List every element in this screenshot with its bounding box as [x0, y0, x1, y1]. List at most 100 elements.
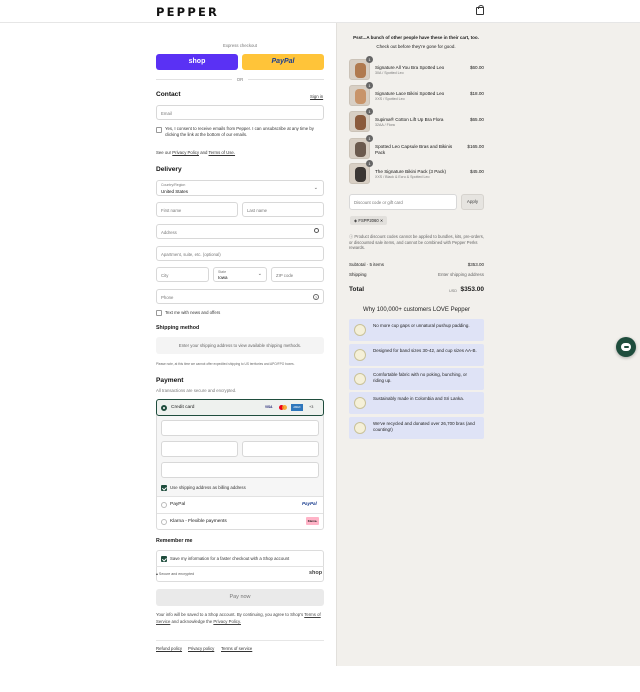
product-shape	[355, 167, 366, 182]
paypal-radio[interactable]	[161, 502, 167, 508]
chevron-down-icon: ⌄	[257, 271, 262, 277]
chevron-down-icon: ⌄	[313, 185, 318, 191]
why-text: Sustainably made in Colombia and Sri Lan…	[373, 396, 465, 401]
total-value: $353.00	[460, 286, 485, 293]
credit-card-option[interactable]: Credit card VISA AMEX +3	[156, 399, 324, 416]
refund-policy-link[interactable]: Refund policy	[156, 646, 182, 651]
shop-privacy-link[interactable]: Privacy Policy.	[213, 619, 241, 624]
last-name-field[interactable]: Last name	[242, 202, 324, 217]
zip-field[interactable]: ZIP code	[271, 267, 324, 282]
privacy-policy-footer-link[interactable]: Privacy policy	[188, 646, 214, 651]
contact-heading: Contact	[156, 91, 181, 98]
remember-me-heading: Remember me	[156, 538, 193, 544]
card-number-field[interactable]	[161, 420, 319, 436]
product-name: Signature Lace Bikini Spotted Leo	[375, 91, 445, 96]
payment-subtitle: All transactions are secure and encrypte…	[156, 388, 237, 393]
paypal-button[interactable]: PayPal	[242, 54, 324, 70]
why-card: Comfortable fabric with no poking, bunch…	[349, 368, 484, 390]
express-checkout-label: Express checkout	[223, 43, 257, 48]
why-card: No more cup gaps or unnatural pushup pad…	[349, 319, 484, 341]
quantity-badge: 1	[366, 135, 373, 142]
discount-code-field[interactable]: Discount code or gift card	[349, 194, 457, 210]
delivery-heading: Delivery	[156, 166, 182, 173]
shopping-bag-icon[interactable]	[476, 5, 484, 15]
pay-now-button[interactable]: Pay now	[156, 589, 324, 606]
mastercard-icon	[278, 404, 288, 411]
shipping-value: Enter shipping address	[437, 272, 484, 277]
tag-icon: ◈	[354, 218, 358, 223]
why-card: We've recycled and donated over 26,700 b…	[349, 417, 484, 439]
quantity-badge: 1	[366, 108, 373, 115]
product-price: $18.00	[469, 91, 484, 96]
feature-icon	[354, 373, 366, 385]
product-variant: XXS / Spotted Leo	[375, 97, 405, 101]
more-cards-badge: +3	[309, 405, 314, 409]
policy-line: See our Privacy Policy and Terms of Use.	[156, 150, 236, 155]
product-shape	[355, 142, 366, 157]
top-bar: PEPPER	[0, 0, 640, 23]
product-name: Signature All You Bra Spotted Leo	[375, 65, 445, 70]
product-price: $60.00	[469, 65, 484, 70]
apartment-field[interactable]: Apartment, suite, etc. (optional)	[156, 246, 324, 261]
apply-discount-button[interactable]: Apply	[461, 194, 484, 210]
why-heading: Why 100,000+ customers LOVE Pepper	[363, 307, 470, 313]
card-name-field[interactable]	[161, 462, 319, 478]
total-label: Total	[349, 286, 365, 293]
lock-icon: 🔒︎	[156, 572, 158, 576]
shipping-method-placeholder: Enter your shipping address to view avai…	[156, 337, 324, 354]
text-me-checkbox[interactable]	[156, 310, 162, 316]
applied-code-chip: ◈ FSPP2060 ✕	[350, 216, 388, 225]
quantity-badge: 1	[366, 56, 373, 63]
billing-same-label: Use shipping address as billing address	[170, 485, 246, 490]
email-consent-checkbox[interactable]	[156, 127, 162, 133]
radio-selected[interactable]	[161, 404, 167, 411]
search-icon	[314, 228, 319, 233]
paypal-option-label[interactable]: PayPal	[170, 502, 185, 507]
paypal-logo: PayPal	[302, 501, 317, 506]
product-shape	[355, 63, 366, 78]
product-price: $45.00	[469, 169, 484, 174]
first-name-field[interactable]: First name	[156, 202, 238, 217]
product-name: Supima® Cotton Lift Up Bra Flora	[375, 117, 444, 122]
klarna-radio[interactable]	[161, 519, 167, 525]
info-icon: ⓘ	[349, 234, 354, 239]
chat-button[interactable]	[616, 337, 636, 357]
logo[interactable]: PEPPER	[156, 5, 219, 19]
country-select[interactable]: Country/Region United States ⌄	[156, 180, 324, 196]
help-icon[interactable]: ?	[313, 293, 319, 300]
shipping-method-heading: Shipping method	[156, 325, 200, 331]
product-variant: 30A / Spotted Leo	[375, 71, 404, 75]
privacy-policy-link[interactable]: Privacy Policy	[172, 150, 199, 155]
phone-field[interactable]: Phone ?	[156, 289, 324, 304]
feature-icon	[354, 422, 366, 434]
promo-subtitle: Check out before they're gone for good.	[376, 44, 456, 49]
klarna-logo: Klarna.	[306, 517, 319, 525]
card-expiry-field[interactable]	[161, 441, 238, 457]
email-field[interactable]: Email	[156, 105, 324, 120]
terms-of-service-link[interactable]: Terms of service	[221, 646, 252, 651]
address-field[interactable]: Address	[156, 224, 324, 239]
state-select[interactable]: State Iowa ⌄	[213, 267, 267, 282]
terms-of-use-link[interactable]: Terms of Use.	[209, 150, 236, 155]
why-text: Designed for band sizes 30-42, and cup s…	[373, 348, 477, 353]
save-info-checkbox[interactable]	[161, 556, 167, 562]
klarna-option-label[interactable]: Klarna - Flexible payments	[170, 519, 227, 524]
feature-icon	[354, 397, 366, 409]
sign-in-link[interactable]: Sign in	[310, 94, 323, 99]
feature-icon	[354, 324, 366, 336]
secure-note: 🔒︎ Secure and encrypted	[156, 572, 195, 576]
product-shape	[355, 89, 366, 104]
card-security-field[interactable]	[242, 441, 319, 457]
city-field[interactable]: City	[156, 267, 209, 282]
why-card: Designed for band sizes 30-42, and cup s…	[349, 344, 484, 366]
billing-same-checkbox[interactable]	[161, 485, 167, 491]
shipping-label: Shipping	[349, 272, 367, 277]
promo-title: Psst...A bunch of other people have thes…	[353, 35, 479, 40]
quantity-badge: 1	[366, 82, 373, 89]
subtotal-label: Subtotal · 5 items	[349, 262, 385, 267]
product-name: Spotted Leo Capsule Bras and Bikinis Pac…	[375, 144, 453, 155]
subtotal-value: $353.00	[467, 262, 484, 267]
shop-pay-button[interactable]: shop	[156, 54, 238, 70]
remove-code-icon[interactable]: ✕	[380, 218, 384, 223]
why-text: We've recycled and donated over 26,700 b…	[373, 421, 475, 432]
